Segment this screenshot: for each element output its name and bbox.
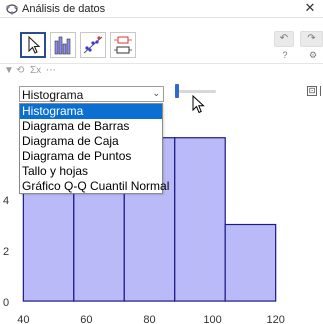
dropdown-option-box-plot[interactable]: Diagrama de Caja <box>20 134 162 149</box>
dropdown-option-qq-plot[interactable]: Gráfico Q-Q Cuantil Normal <box>20 179 169 194</box>
window-title: Análisis de datos <box>22 3 106 15</box>
move-tool-button[interactable] <box>20 32 46 58</box>
close-icon[interactable]: ✕ <box>303 1 317 15</box>
collapse-icon[interactable]: ▼ <box>4 65 14 76</box>
two-variable-tool-button[interactable] <box>80 32 106 58</box>
title-bar: Análisis de datos ✕ <box>0 0 323 18</box>
swap-icon[interactable]: ⟲ <box>16 65 24 76</box>
y-tick-label: 0 <box>3 297 9 309</box>
dropdown-option-dot-plot[interactable]: Diagrama de Puntos <box>20 149 162 164</box>
slider-thumb[interactable] <box>175 84 179 98</box>
options-bar: ▼ ⟲ Σx ⋯ <box>0 63 323 77</box>
histogram-bar-3 <box>174 137 226 302</box>
y-axis-ticks: 0 2 4 <box>3 195 9 309</box>
x-tick-label: 80 <box>143 314 155 324</box>
pointer-arrow-icon <box>28 35 41 54</box>
gear-icon[interactable]: ⚙ <box>308 50 318 60</box>
mouse-cursor-icon <box>192 95 205 114</box>
multi-boxplot-icon <box>114 36 132 54</box>
plot-type-dropdown: Histograma Diagrama de Barras Diagrama d… <box>19 103 169 194</box>
statistics-icon[interactable]: Σx <box>30 65 41 76</box>
undo-button[interactable]: ↶ <box>274 31 294 47</box>
x-tick-label: 40 <box>17 314 29 324</box>
y-tick-label: 2 <box>3 246 9 258</box>
help-icon[interactable]: ? <box>280 50 290 60</box>
panel-toggle-icon[interactable]: ⊡ <box>307 86 317 96</box>
x-tick-label: 100 <box>203 314 221 324</box>
chevron-down-icon: ⌄ <box>152 88 160 98</box>
slider-track[interactable] <box>178 90 216 93</box>
multi-variable-tool-button[interactable] <box>110 32 136 58</box>
histogram-bar-4 <box>224 223 277 302</box>
x-axis-ticks: 40 60 80 100 120 <box>17 314 285 324</box>
plot-type-select[interactable]: Histograma ⌄ <box>19 86 164 102</box>
x-tick-label: 120 <box>267 314 285 324</box>
x-tick-label: 60 <box>80 314 92 324</box>
app-logo-icon <box>6 4 18 15</box>
scatter-plot-icon <box>83 36 103 54</box>
toolbar: ↶ ↷ ? ⚙ <box>0 19 323 61</box>
plot-type-value: Histograma <box>22 88 84 102</box>
dropdown-option-histogram[interactable]: Histograma <box>20 104 162 119</box>
one-variable-tool-button[interactable] <box>50 32 76 58</box>
redo-button[interactable]: ↷ <box>300 31 323 47</box>
dropdown-option-bar-chart[interactable]: Diagrama de Barras <box>20 119 162 134</box>
data-icon[interactable]: ⋯ <box>46 65 56 76</box>
bar-chart-icon <box>54 36 71 55</box>
dropdown-option-stem-leaf[interactable]: Tallo y hojas <box>20 164 162 179</box>
y-tick-label: 4 <box>3 195 9 207</box>
